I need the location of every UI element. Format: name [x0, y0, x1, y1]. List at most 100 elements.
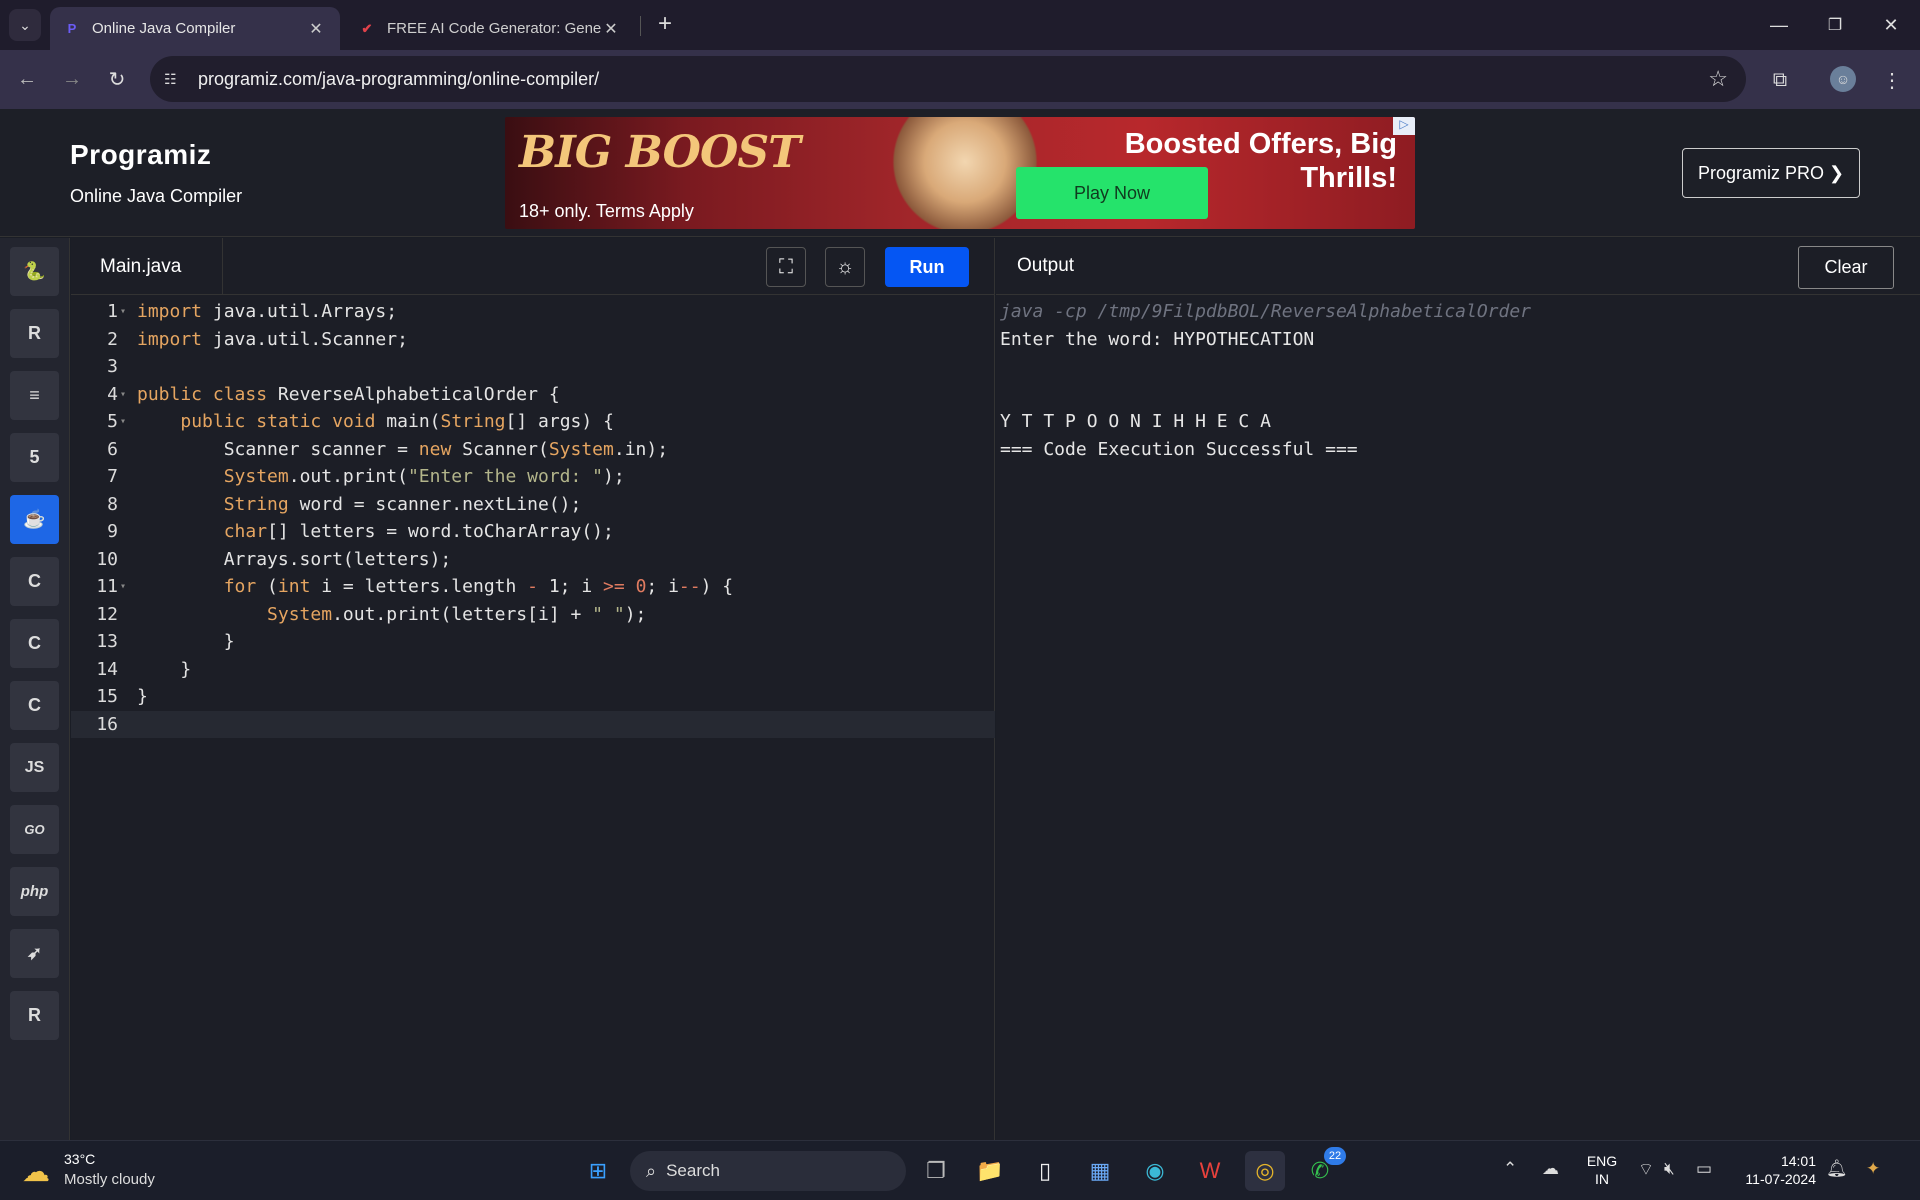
site-info-icon[interactable]: ☷	[164, 71, 188, 88]
fold-chevron-icon[interactable]: ▾	[120, 381, 126, 409]
go-icon[interactable]: GO	[10, 805, 59, 854]
close-tab-icon[interactable]: ✕	[601, 19, 621, 39]
rust-icon[interactable]: R	[10, 991, 59, 1040]
battery-icon[interactable]: ▭	[1696, 1159, 1712, 1179]
ai-site-favicon-icon: ✔	[361, 20, 373, 36]
fullscreen-icon[interactable]: ⛶	[766, 247, 806, 287]
wifi-icon[interactable]: ⌔	[1638, 1159, 1654, 1180]
onedrive-error-icon[interactable]: ☁	[1542, 1159, 1559, 1179]
code-line[interactable]: 16	[71, 710, 995, 738]
copilot-icon[interactable]: ✦	[1866, 1159, 1880, 1179]
programiz-logo[interactable]: Programiz	[70, 139, 211, 171]
search-icon: ⌕	[646, 1160, 657, 1181]
close-tab-icon[interactable]: ✕	[306, 19, 326, 39]
back-arrow-icon[interactable]: ←	[10, 62, 44, 96]
file-explorer-icon[interactable]: 📁	[970, 1151, 1010, 1191]
html-icon[interactable]: 5	[10, 433, 59, 482]
notepad-icon[interactable]: ▯	[1025, 1151, 1065, 1191]
adchoices-icon[interactable]: ▷	[1393, 117, 1415, 135]
line-number: 2	[107, 328, 118, 350]
code-line[interactable]: 4 ▾ public class ReverseAlphabeticalOrder …	[71, 381, 995, 409]
volume-muted-icon[interactable]: 🔇︎	[1664, 1159, 1675, 1179]
cpp-icon[interactable]: C	[10, 619, 59, 668]
weather-temperature[interactable]: 33°C	[64, 1151, 95, 1167]
code-text: System.out.print(letters[i] + " ");	[267, 603, 647, 625]
bookmark-star-icon[interactable]: ☆	[1708, 66, 1728, 92]
r-icon[interactable]: R	[10, 309, 59, 358]
restore-button[interactable]: ❐	[1806, 0, 1864, 50]
code-line[interactable]: 9 char[] letters = word.toCharArray();	[71, 518, 995, 546]
output-console[interactable]: java -cp /tmp/9FilpdbBOL/ReverseAlphabet…	[1000, 298, 1531, 463]
system-clock[interactable]: 14:01 11-07-2024	[1736, 1152, 1816, 1188]
php-icon[interactable]: php	[10, 867, 59, 916]
code-line[interactable]: 8 String word = scanner.nextLine();	[71, 491, 995, 519]
input-language-indicator[interactable]: ENG IN	[1584, 1152, 1620, 1188]
code-line[interactable]: 11 ▾ for (int i = letters.length - 1; i >…	[71, 573, 995, 601]
code-area[interactable]: 1 ▾ import java.util.Arrays; 2 import java.u…	[71, 298, 995, 738]
js-icon[interactable]: JS	[10, 743, 59, 792]
output-line: Enter the word: HYPOTHECATION	[1000, 328, 1315, 350]
extensions-icon[interactable]: ⧉	[1764, 64, 1796, 96]
code-line[interactable]: 14 }	[71, 656, 995, 684]
theme-toggle-icon[interactable]: ☼	[825, 247, 865, 287]
fold-chevron-icon[interactable]: ▾	[120, 298, 126, 326]
code-line[interactable]: 15}	[71, 683, 995, 711]
show-hidden-icons-chevron-icon[interactable]: ⌃	[1503, 1159, 1517, 1179]
microsoft-store-icon[interactable]: ▦	[1080, 1151, 1120, 1191]
code-line[interactable]: 2 import java.util.Scanner;	[71, 326, 995, 354]
run-button[interactable]: Run	[885, 247, 969, 287]
tab-search-button[interactable]: ⌄	[9, 9, 41, 41]
python-icon[interactable]: 🐍	[10, 247, 59, 296]
file-tab-main-java[interactable]: Main.java	[71, 238, 223, 295]
address-bar[interactable]: ☷ programiz.com/java-programming/online-…	[150, 56, 1746, 102]
code-line[interactable]: 3	[71, 353, 995, 381]
fold-chevron-icon[interactable]: ▾	[120, 408, 126, 436]
code-text: }	[137, 631, 235, 652]
tab-online-java-compiler[interactable]: P Online Java Compiler ✕	[50, 7, 340, 50]
code-line[interactable]: 7 System.out.print("Enter the word: ");	[71, 463, 995, 491]
sql-icon[interactable]: ≡	[10, 371, 59, 420]
windows-start-icon[interactable]: ⊞	[578, 1151, 618, 1191]
fold-chevron-icon[interactable]: ▾	[120, 573, 126, 601]
programiz-pro-button[interactable]: Programiz PRO ❯	[1682, 148, 1860, 198]
code-text: }	[137, 658, 192, 680]
line-number: 4	[107, 383, 118, 405]
code-line[interactable]: 12 System.out.print(letters[i] + " ");	[71, 601, 995, 629]
code-line[interactable]: 5 ▾ public static void main(String[] args…	[71, 408, 995, 436]
c-icon[interactable]: C	[10, 557, 59, 606]
code-text: Arrays.sort(letters);	[137, 548, 452, 570]
profile-avatar-icon[interactable]: ☺	[1830, 66, 1856, 92]
weather-description[interactable]: Mostly cloudy	[64, 1171, 155, 1188]
window-close-button[interactable]: ✕	[1862, 0, 1920, 50]
whatsapp-icon[interactable]: ✆ 22	[1300, 1147, 1346, 1191]
url-text[interactable]: programiz.com/java-programming/online-co…	[198, 69, 599, 90]
code-text: char[] letters = word.toCharArray();	[223, 521, 614, 542]
code-line[interactable]: 1 ▾ import java.util.Arrays;	[71, 298, 995, 326]
line-number: 11	[96, 576, 118, 597]
reload-icon[interactable]: ↻	[100, 62, 134, 96]
weather-cloud-icon[interactable]: ☁	[22, 1155, 50, 1188]
line-number: 6	[107, 438, 118, 460]
new-tab-button[interactable]: +	[650, 10, 680, 40]
line-number: 10	[96, 548, 118, 570]
browser-tab-strip: ⌄ P Online Java Compiler ✕ ✔ FREE AI Cod…	[0, 0, 1920, 50]
task-view-icon[interactable]: ❐	[916, 1151, 956, 1191]
code-line[interactable]: 6 Scanner scanner = new Scanner(System.i…	[71, 436, 995, 464]
taskbar-search[interactable]: ⌕ Search	[630, 1151, 906, 1191]
tab-ai-code-generator[interactable]: ✔ FREE AI Code Generator: Gener ✕	[345, 7, 635, 50]
csharp-icon[interactable]: C	[10, 681, 59, 730]
code-line[interactable]: 13 }	[71, 628, 995, 656]
advertisement-banner[interactable]: BIG BOOST 18+ only. Terms Apply Play Now…	[505, 117, 1415, 229]
chrome-icon[interactable]: ◎	[1245, 1151, 1285, 1191]
notifications-bell-icon[interactable]: 🔔︎	[1826, 1159, 1848, 1179]
java-icon[interactable]: ☕	[10, 495, 59, 544]
forward-arrow-icon[interactable]: →	[55, 62, 89, 96]
browser-menu-icon[interactable]: ⋮	[1876, 64, 1908, 96]
swift-icon[interactable]: ➶	[10, 929, 59, 978]
code-line[interactable]: 10 Arrays.sort(letters);	[71, 546, 995, 574]
minimize-button[interactable]: —	[1750, 0, 1808, 50]
clear-button[interactable]: Clear	[1798, 246, 1894, 289]
wps-office-icon[interactable]: W	[1190, 1151, 1230, 1191]
edge-browser-icon[interactable]: ◉	[1135, 1151, 1175, 1191]
editor-tab-bar: Main.java ⛶ ☼ Run	[71, 238, 995, 295]
